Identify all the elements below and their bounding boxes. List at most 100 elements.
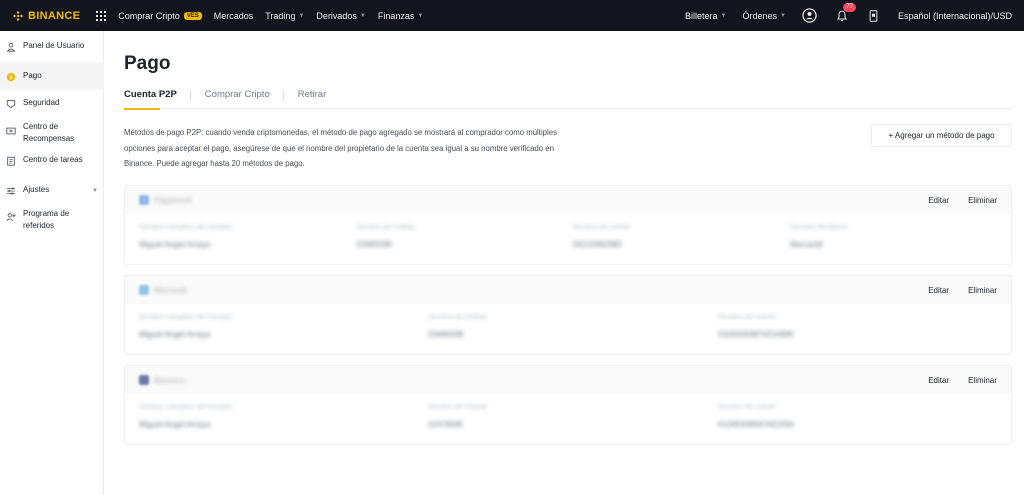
user-circle-icon <box>802 8 818 23</box>
payment-field: Nombre del Banco Mercantil <box>790 224 848 249</box>
nav-trading[interactable]: Trading ▼ <box>265 11 304 21</box>
sidebar-item-settings[interactable]: Ajustes ▼ <box>0 185 104 199</box>
field-label: Nombre completo del receptor <box>139 404 234 411</box>
bank-logo-icon <box>139 375 149 385</box>
delete-button[interactable]: Eliminar <box>968 376 997 385</box>
clipboard-icon <box>7 156 15 166</box>
download-app-button[interactable] <box>866 8 882 24</box>
nav-finance[interactable]: Finanzas ▼ <box>378 11 423 21</box>
currency-badge: VES <box>183 11 202 20</box>
sidebar-item-label: Panel de Usuario <box>23 41 85 50</box>
main-content: Pago Cuenta P2P Comprar Cripto Retirar M… <box>105 31 1024 495</box>
field-value: Mercantil <box>790 240 823 249</box>
sidebar-item-label: Programa de referidos <box>23 209 70 230</box>
nav-buy-crypto-label: Comprar Cripto <box>118 10 180 21</box>
payment-method-name: Banesco <box>154 375 186 385</box>
payment-field: Número de cuenta 01050263874210685 <box>718 314 794 339</box>
payment-field: Numero de celular 04123482980 <box>573 224 630 249</box>
payment-card-body: Nombre completo del receptor Miguel Ange… <box>125 394 1011 444</box>
tab-withdraw[interactable]: Retirar <box>298 89 341 109</box>
field-value: Miguel Angel Arraya <box>139 420 211 429</box>
payment-field: Nombre completo del receptor Miguel Ange… <box>139 404 233 429</box>
payment-method-card: Banesco Editar Eliminar Nombre completo … <box>124 365 1012 445</box>
language-currency-selector[interactable]: Español (Internacional)/USD <box>898 11 1012 21</box>
delete-button[interactable]: Eliminar <box>968 196 997 205</box>
sidebar-item-rewards[interactable]: Centro de Recompensas <box>0 121 104 147</box>
binance-logo-icon <box>13 10 23 21</box>
sidebar-item-dashboard[interactable]: Panel de Usuario <box>0 41 104 55</box>
caret-down-icon: ▼ <box>779 12 786 19</box>
payment-card-header: Mercantil Editar Eliminar <box>125 276 1011 304</box>
shield-icon <box>6 100 16 109</box>
payment-card-header: Pagomovil Editar Eliminar <box>125 186 1011 214</box>
payment-field: Numero de Cédula 23485599 <box>356 224 415 249</box>
caret-down-icon: ▼ <box>359 12 366 19</box>
mobile-phone-icon <box>870 9 878 22</box>
payment-icon: $ <box>6 72 16 82</box>
edit-button[interactable]: Editar <box>928 376 949 385</box>
field-label: Nombre del Banco <box>790 224 848 231</box>
nav-orders[interactable]: Órdenes ▼ <box>742 11 785 21</box>
payment-card-body: Nombre completo del receptor Miguel Ange… <box>125 214 1011 264</box>
ticket-icon <box>6 127 16 135</box>
field-value: 23485599 <box>428 330 464 339</box>
caret-down-icon: ▼ <box>298 12 305 19</box>
field-value: 04123482980 <box>573 240 622 249</box>
sidebar-item-label: Ajustes <box>23 185 50 194</box>
field-label: Número de cuenta <box>718 314 776 321</box>
sidebar-item-task-center[interactable]: Centro de tareas <box>0 155 104 169</box>
payment-card-header: Banesco Editar Eliminar <box>125 366 1011 394</box>
payment-method-name: Pagomovil <box>154 195 192 205</box>
card-actions: Editar Eliminar <box>909 376 997 385</box>
payment-method-card: Pagomovil Editar Eliminar Nombre complet… <box>124 185 1012 265</box>
top-nav-bar: BINANCE Comprar Cripto VES Mercados Trad… <box>0 0 1024 31</box>
bank-logo-icon <box>139 195 149 205</box>
account-button[interactable] <box>802 8 818 24</box>
binance-logo[interactable]: BINANCE <box>12 10 80 22</box>
nav-finance-label: Finanzas <box>377 10 415 21</box>
bank-logo-icon <box>139 285 149 295</box>
edit-button[interactable]: Editar <box>928 286 949 295</box>
payment-method-name: Mercantil <box>154 285 187 295</box>
sidebar: Panel de Usuario $ Pago Seguridad Centro… <box>0 31 104 495</box>
nav-wallet[interactable]: Billetera ▼ <box>685 11 726 21</box>
field-label: Numero de Cédula <box>428 404 487 411</box>
nav-derivatives[interactable]: Derivados ▼ <box>316 11 365 21</box>
field-value: 11479595 <box>428 420 463 429</box>
field-label: Numero de Cédula <box>428 314 487 321</box>
sidebar-item-label: Pago <box>23 71 42 80</box>
language-currency-label: Español (Internacional)/USD <box>897 10 1012 21</box>
field-value: 23485599 <box>356 240 392 249</box>
caret-down-icon: ▼ <box>720 12 727 19</box>
sidebar-item-security[interactable]: Seguridad <box>0 98 104 112</box>
caret-down-icon: ▼ <box>92 188 98 194</box>
tab-buy-crypto[interactable]: Comprar Cripto <box>205 89 284 109</box>
sidebar-item-label: Seguridad <box>23 98 60 107</box>
tab-p2p-account[interactable]: Cuenta P2P <box>124 89 191 110</box>
field-value: 01340349947422256 <box>718 420 794 429</box>
edit-button[interactable]: Editar <box>928 196 949 205</box>
field-value: Miguel Angel Arraya <box>139 240 211 249</box>
sidebar-item-payment[interactable]: $ Pago <box>0 62 104 90</box>
apps-grid-icon[interactable] <box>96 10 107 21</box>
caret-down-icon: ▼ <box>417 12 424 19</box>
nav-buy-crypto[interactable]: Comprar Cripto VES <box>118 11 202 21</box>
sidebar-item-referral[interactable]: Programa de referidos <box>0 208 104 234</box>
payment-field: Nombre completo del receptor Miguel Ange… <box>139 314 233 339</box>
nav-wallet-label: Billetera <box>684 10 718 21</box>
p2p-payment-description: Métodos de pago P2P: cuando venda cripto… <box>124 128 557 168</box>
svg-text:$: $ <box>9 75 13 81</box>
notifications-button[interactable]: 77 <box>834 2 856 24</box>
delete-button[interactable]: Eliminar <box>968 286 997 295</box>
field-label: Nombre completo del receptor <box>139 314 234 321</box>
nav-markets[interactable]: Mercados <box>214 11 254 21</box>
nav-markets-label: Mercados <box>213 10 254 21</box>
nav-derivatives-label: Derivados <box>316 10 357 21</box>
field-value: Miguel Angel Arraya <box>139 330 211 339</box>
payment-field: Número de cuenta 01340349947422256 <box>718 404 794 429</box>
payment-card-body: Nombre completo del receptor Miguel Ange… <box>125 304 1011 354</box>
payment-field: Numero de Cédula 11479595 <box>428 404 487 429</box>
field-label: Número de cuenta <box>718 404 776 411</box>
user-icon <box>6 42 16 52</box>
add-payment-method-button[interactable]: + Agregar un método de pago <box>871 124 1012 147</box>
